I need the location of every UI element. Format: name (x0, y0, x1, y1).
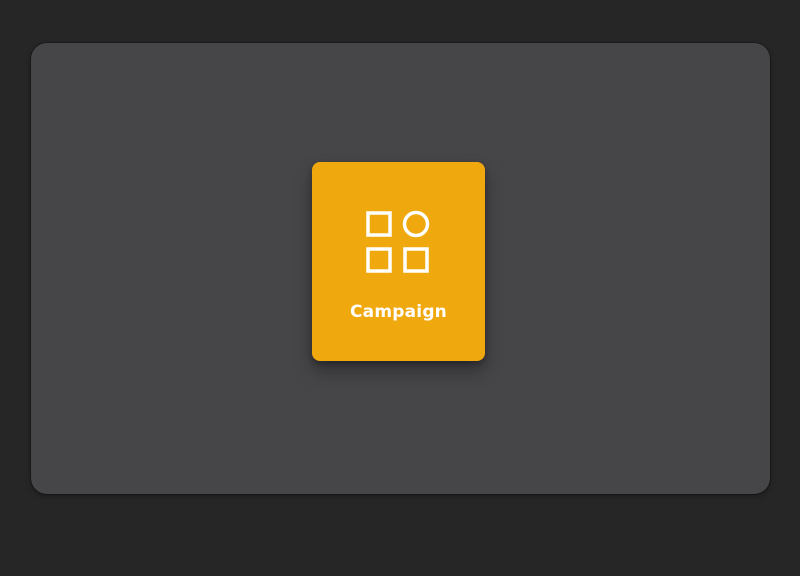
apps-grid-icon (365, 210, 433, 278)
app-screen: { "colors": { "background": "#262627", "… (0, 0, 800, 576)
campaign-tile[interactable]: Campaign (312, 162, 485, 361)
campaign-tile-label: Campaign (349, 302, 447, 322)
